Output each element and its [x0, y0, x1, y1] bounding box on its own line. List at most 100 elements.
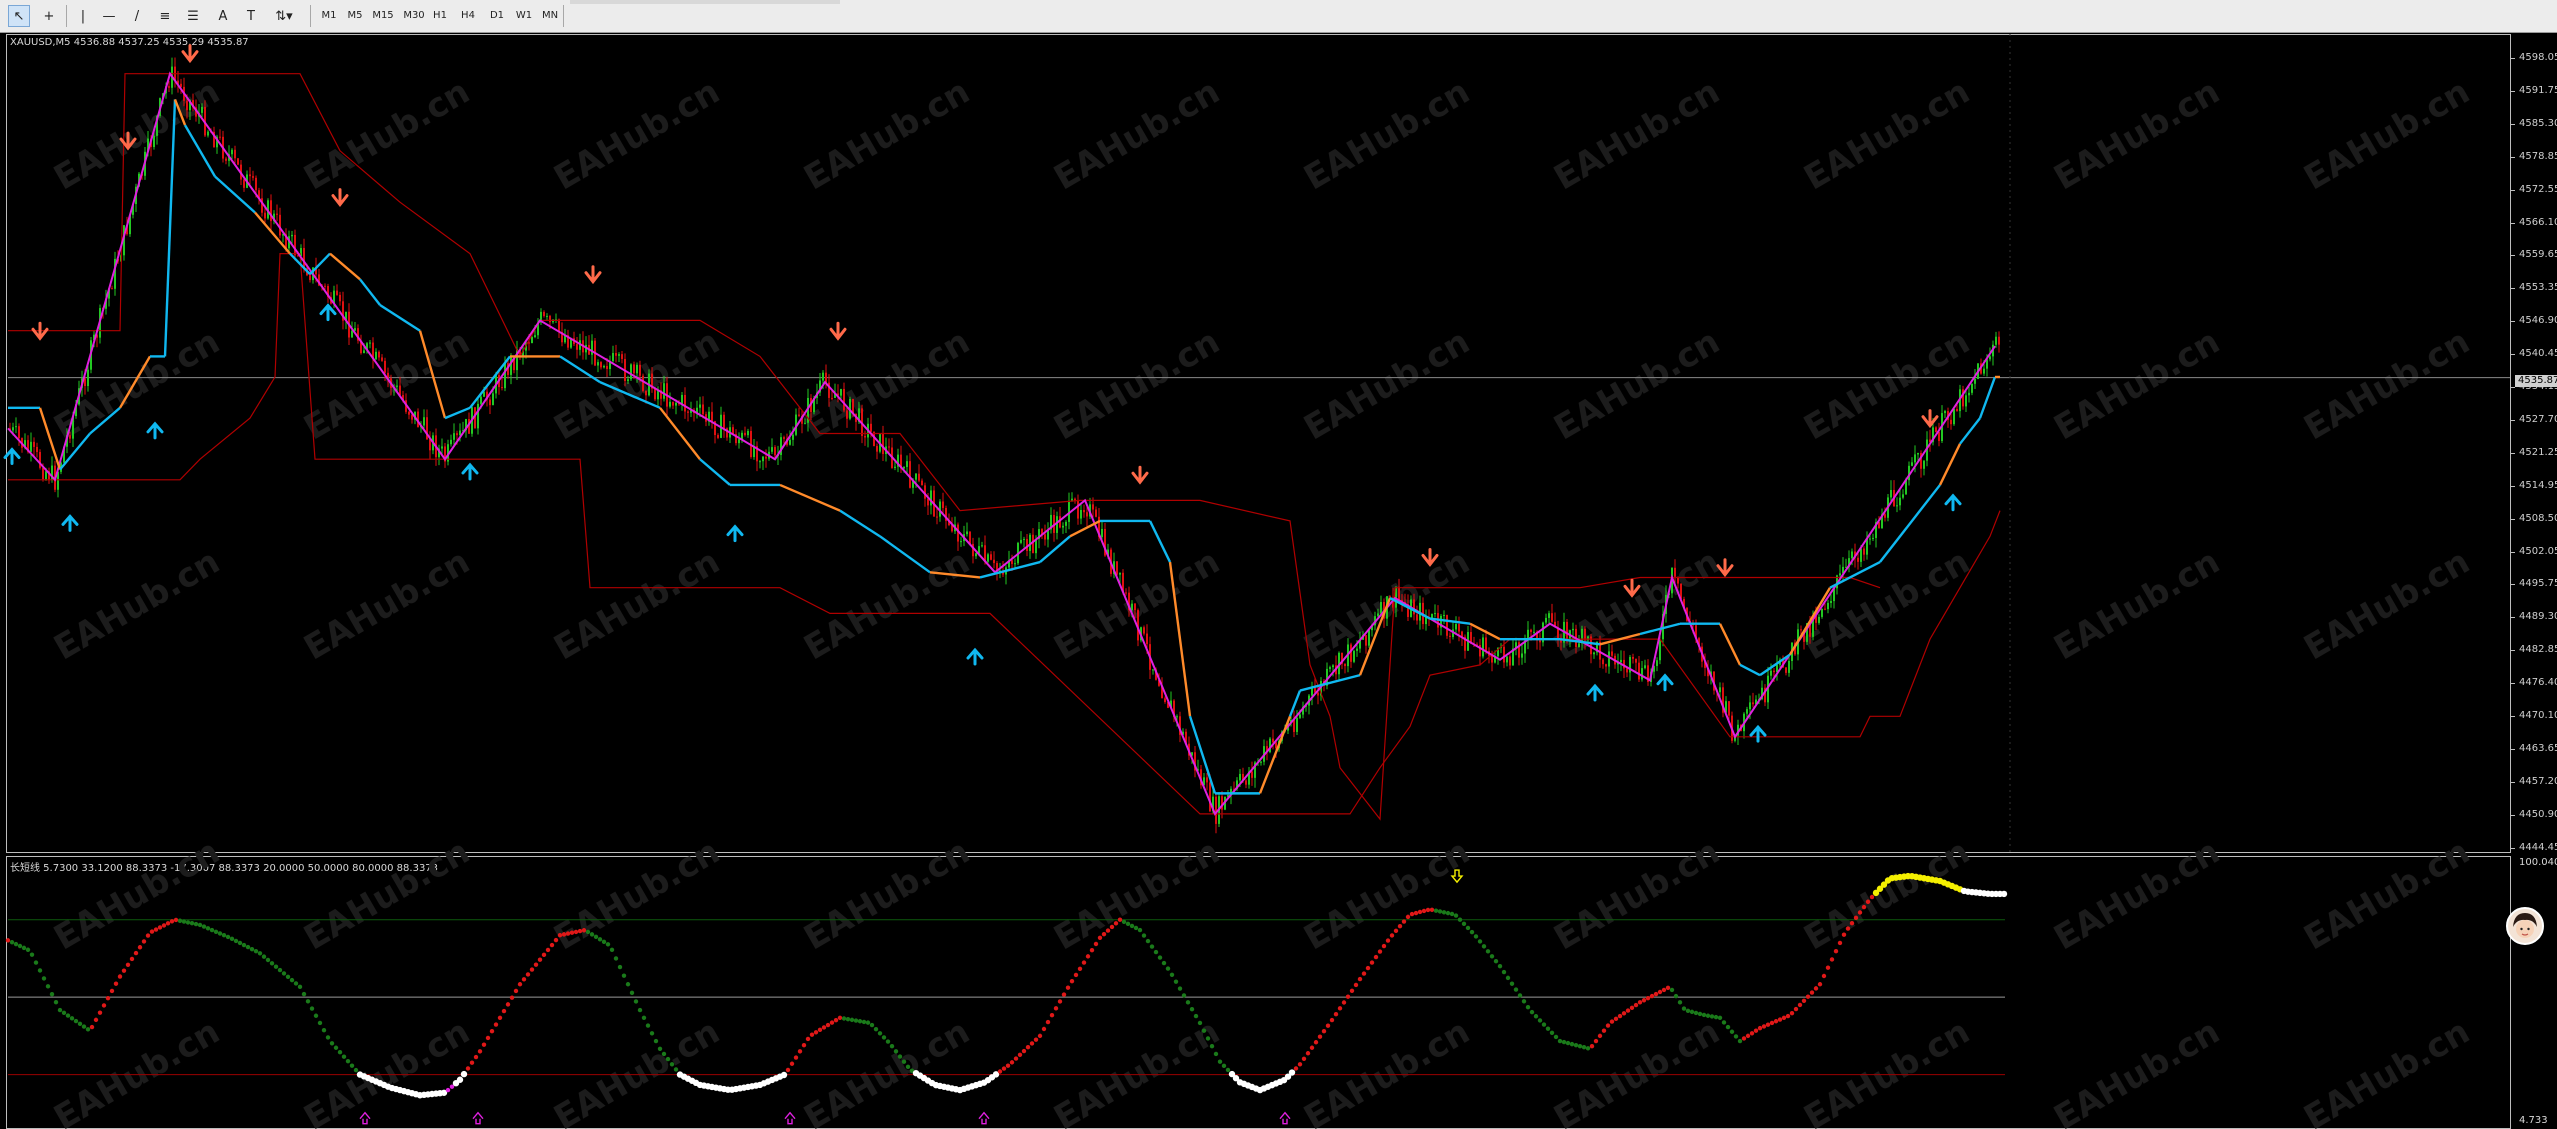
- candle-body: [765, 456, 767, 459]
- timeframe-m30-button[interactable]: M30: [400, 7, 428, 25]
- price-axis-label: 4444.45: [2519, 841, 2557, 853]
- candle-body: [606, 366, 608, 369]
- oscillator-dot: [225, 934, 231, 940]
- candle-body: [1746, 709, 1748, 714]
- oscillator-dot: [1177, 986, 1183, 991]
- oscillator-dot: [1021, 1048, 1027, 1054]
- timeframe-w1-button[interactable]: W1: [512, 7, 536, 25]
- oscillator-dot: [501, 1008, 507, 1014]
- oscillator-dot: [493, 1022, 499, 1027]
- oscillator-dot: [33, 960, 39, 965]
- trend-line-segment: [1358, 597, 1392, 676]
- cursor-icon[interactable]: ↖: [8, 5, 30, 27]
- trend-line-segment: [1879, 484, 1941, 563]
- price-axis-label: 4521.25: [2519, 446, 2557, 458]
- crosshair-icon[interactable]: +: [38, 5, 60, 27]
- candle-body: [1551, 613, 1553, 622]
- oscillator-dot: [1417, 909, 1423, 915]
- candle-body: [1659, 639, 1661, 661]
- candle-body: [1602, 659, 1604, 665]
- oscillator-dot: [1125, 921, 1131, 927]
- candle-body: [642, 375, 644, 391]
- oscillator-dot: [137, 945, 143, 950]
- candle-body: [1860, 548, 1862, 562]
- oscillator-dot: [269, 961, 275, 966]
- timeframe-h1-button[interactable]: H1: [428, 7, 452, 25]
- candle-body: [1530, 629, 1532, 632]
- oscillator-dot: [653, 1038, 659, 1044]
- candle-body: [510, 356, 512, 375]
- candle-body: [1101, 528, 1103, 537]
- candle-body: [1923, 460, 1925, 469]
- oscillator-dot: [1809, 990, 1815, 995]
- oscillator-dot: [1117, 917, 1123, 922]
- vertical-line-icon[interactable]: |: [72, 5, 94, 27]
- oscillator-dot: [1309, 1045, 1315, 1050]
- oscillator-dot: [1697, 1011, 1703, 1017]
- timeframe-h4-button[interactable]: H4: [454, 7, 482, 25]
- candle-body: [987, 554, 989, 562]
- timeframe-d1-button[interactable]: D1: [484, 7, 510, 25]
- candle-body: [864, 435, 866, 438]
- timeframe-mn-button[interactable]: MN: [538, 7, 562, 25]
- chart-toolbar: ↖ + | — / ≡ ☰ A T ⇅▾ M1 M5 M15 M30 H1 H4 D1 W1 M…: [0, 0, 2557, 33]
- oscillator-dot: [1225, 1067, 1231, 1073]
- oscillator-dot: [173, 917, 179, 923]
- candle-body: [1116, 561, 1118, 575]
- avatar[interactable]: [2506, 907, 2544, 945]
- oscillator-dot: [1221, 1063, 1227, 1069]
- candle-body: [1896, 505, 1898, 507]
- buy-arrow-icon: [726, 524, 744, 543]
- candle-body: [459, 430, 461, 436]
- oscillator-dot: [833, 1018, 839, 1023]
- oscillator-dot: [1745, 1033, 1751, 1039]
- timeframe-m5-button[interactable]: M5: [343, 7, 367, 25]
- oscillator-dot: [633, 999, 639, 1004]
- candle-body: [1578, 643, 1580, 647]
- oscillator-dot: [821, 1025, 827, 1030]
- horizontal-line-icon[interactable]: —: [98, 5, 120, 27]
- channel-icon[interactable]: ≡: [154, 5, 176, 27]
- candle-body: [534, 335, 536, 337]
- candle-body: [654, 388, 656, 400]
- trend-line-segment: [1938, 443, 1962, 486]
- candle-body: [630, 364, 632, 380]
- oscillator-dot: [521, 977, 527, 982]
- text-icon[interactable]: A: [212, 5, 234, 27]
- oscillator-dot: [849, 1017, 855, 1023]
- sell-arrow-icon: [181, 44, 199, 64]
- oscillator-dot: [201, 924, 207, 929]
- candle-body: [1785, 667, 1787, 673]
- osc-up-arrow-icon: [472, 1111, 484, 1125]
- candle-body: [636, 364, 638, 374]
- sell-arrow-icon: [1421, 547, 1439, 567]
- candle-body: [279, 214, 281, 236]
- candle-body: [831, 397, 833, 399]
- oscillator-dot: [1333, 1011, 1339, 1017]
- candle-body: [1641, 668, 1643, 680]
- oscillator-dot: [897, 1054, 903, 1059]
- candle-body: [1206, 777, 1208, 783]
- oscillator-dot: [485, 1035, 491, 1041]
- text-label-icon[interactable]: T: [240, 5, 262, 27]
- oscillator-dot: [345, 1058, 351, 1064]
- oscillator-dot: [1773, 1019, 1779, 1024]
- arrows-icon[interactable]: ⇅▾: [268, 5, 300, 27]
- fibonacci-icon[interactable]: ☰: [182, 5, 204, 27]
- trendline-icon[interactable]: /: [126, 5, 148, 27]
- timeframe-m1-button[interactable]: M1: [317, 7, 341, 25]
- candle-body: [759, 461, 761, 463]
- oscillator-dot: [1765, 1022, 1771, 1027]
- candle-body: [1974, 379, 1976, 384]
- candle-body: [354, 328, 356, 331]
- chart-area[interactable]: XAUUSD,M5 4536.88 4537.25 4535.29 4535.8…: [0, 34, 2557, 1129]
- trend-line-segment: [309, 252, 331, 275]
- oscillator-dot: [1717, 1015, 1723, 1021]
- sell-arrow-icon: [1131, 465, 1149, 485]
- timeframe-m15-button[interactable]: M15: [369, 7, 397, 25]
- oscillator-dot: [273, 964, 279, 969]
- oscillator-dot: [1689, 1009, 1695, 1015]
- oscillator-dot: [1849, 921, 1855, 926]
- candle-body: [1752, 702, 1754, 705]
- oscillator-dot: [21, 945, 27, 951]
